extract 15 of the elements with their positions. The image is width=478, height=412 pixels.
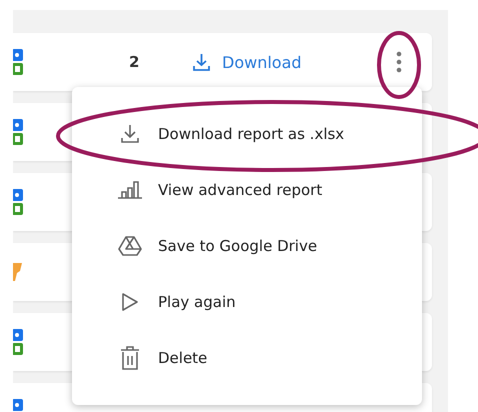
menu-item[interactable]: Play again	[72, 274, 422, 330]
more-options-icon	[396, 50, 402, 74]
trophy-icon	[13, 261, 23, 283]
download-link[interactable]: Download	[193, 52, 302, 72]
download-icon	[120, 124, 140, 144]
download-icon	[193, 53, 210, 71]
menu-item[interactable]: Delete	[72, 330, 422, 386]
play-icon	[121, 292, 139, 312]
delete-icon	[120, 346, 140, 370]
menu-item[interactable]: View advanced report	[72, 162, 422, 218]
bar-chart-icon	[117, 181, 143, 199]
menu-item[interactable]: Save to Google Drive	[72, 218, 422, 274]
count-text: 2	[129, 53, 140, 71]
menu-item[interactable]: Download report as .xlsx	[72, 106, 422, 162]
triangle-drive-icon	[118, 236, 142, 256]
